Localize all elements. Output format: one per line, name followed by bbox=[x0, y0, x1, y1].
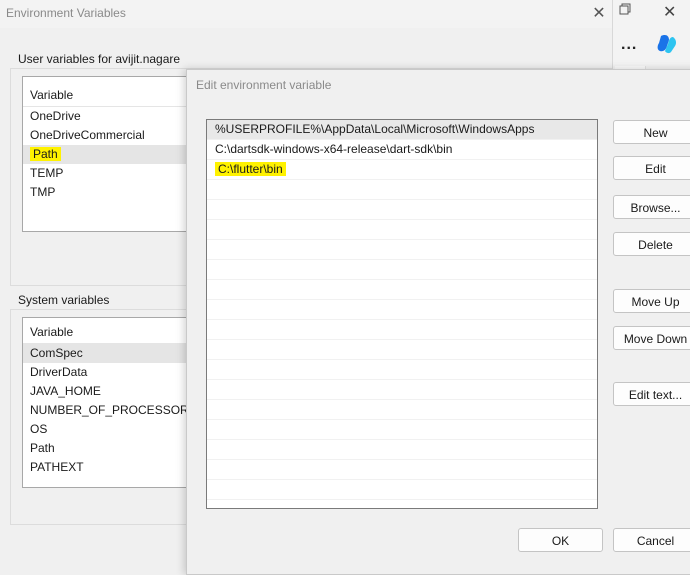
cancel-button[interactable]: Cancel bbox=[613, 528, 690, 552]
browse-button[interactable]: Browse... bbox=[613, 195, 690, 219]
highlighted-path-label: Path bbox=[30, 147, 61, 161]
close-icon[interactable]: ✕ bbox=[663, 2, 676, 22]
empty-row bbox=[207, 360, 597, 380]
empty-row bbox=[207, 260, 597, 280]
empty-row bbox=[207, 380, 597, 400]
empty-row bbox=[207, 420, 597, 440]
new-button[interactable]: New bbox=[613, 120, 690, 144]
window-title: Environment Variables bbox=[6, 6, 126, 20]
move-up-button[interactable]: Move Up bbox=[613, 289, 690, 313]
empty-row bbox=[207, 440, 597, 460]
edit-environment-variable-dialog: Edit environment variable %USERPROFILE%\… bbox=[186, 69, 690, 575]
delete-button[interactable]: Delete bbox=[613, 232, 690, 256]
empty-row bbox=[207, 480, 597, 500]
empty-row bbox=[207, 220, 597, 240]
copilot-icon[interactable] bbox=[655, 32, 679, 56]
empty-row bbox=[207, 300, 597, 320]
empty-row bbox=[207, 340, 597, 360]
system-variables-label: System variables bbox=[18, 293, 110, 307]
empty-row bbox=[207, 200, 597, 220]
empty-row bbox=[207, 400, 597, 420]
edit-button[interactable]: Edit bbox=[613, 156, 690, 180]
path-entries-list[interactable]: %USERPROFILE%\AppData\Local\Microsoft\Wi… bbox=[206, 119, 598, 509]
empty-row bbox=[207, 460, 597, 480]
highlighted-path-entry: C:\flutter\bin bbox=[215, 162, 286, 176]
edit-text-button[interactable]: Edit text... bbox=[613, 382, 690, 406]
dialog-title: Edit environment variable bbox=[196, 78, 332, 92]
empty-row bbox=[207, 180, 597, 200]
restore-icon[interactable] bbox=[619, 3, 633, 17]
empty-row bbox=[207, 240, 597, 260]
path-entry[interactable]: %USERPROFILE%\AppData\Local\Microsoft\Wi… bbox=[207, 120, 597, 140]
empty-row bbox=[207, 320, 597, 340]
path-entry[interactable]: C:\flutter\bin bbox=[207, 160, 597, 180]
move-down-button[interactable]: Move Down bbox=[613, 326, 690, 350]
close-icon[interactable]: ✕ bbox=[588, 3, 610, 23]
title-bar: Environment Variables ✕ bbox=[0, 0, 612, 28]
user-variables-label: User variables for avijit.nagare bbox=[18, 52, 181, 66]
path-entry[interactable]: C:\dartsdk-windows-x64-release\dart-sdk\… bbox=[207, 140, 597, 160]
ok-button[interactable]: OK bbox=[518, 528, 603, 552]
empty-row bbox=[207, 280, 597, 300]
more-menu-button[interactable]: ... bbox=[621, 36, 637, 54]
